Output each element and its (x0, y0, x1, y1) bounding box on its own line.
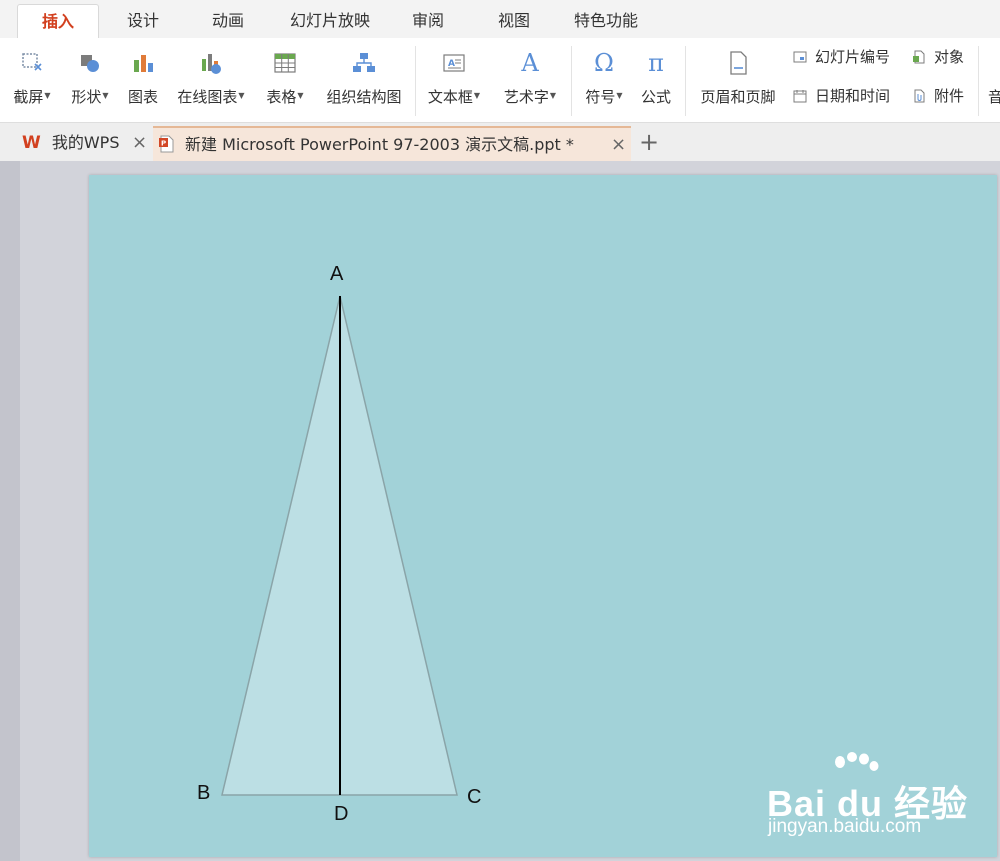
vertex-b-label: B (197, 782, 211, 804)
point-d-label: D (334, 803, 349, 825)
watermark-url: jingyan.baidu.com (768, 816, 922, 837)
vertex-c-label: C (467, 786, 482, 808)
triangle-figure (221, 295, 458, 796)
vertex-a-label: A (330, 263, 344, 285)
